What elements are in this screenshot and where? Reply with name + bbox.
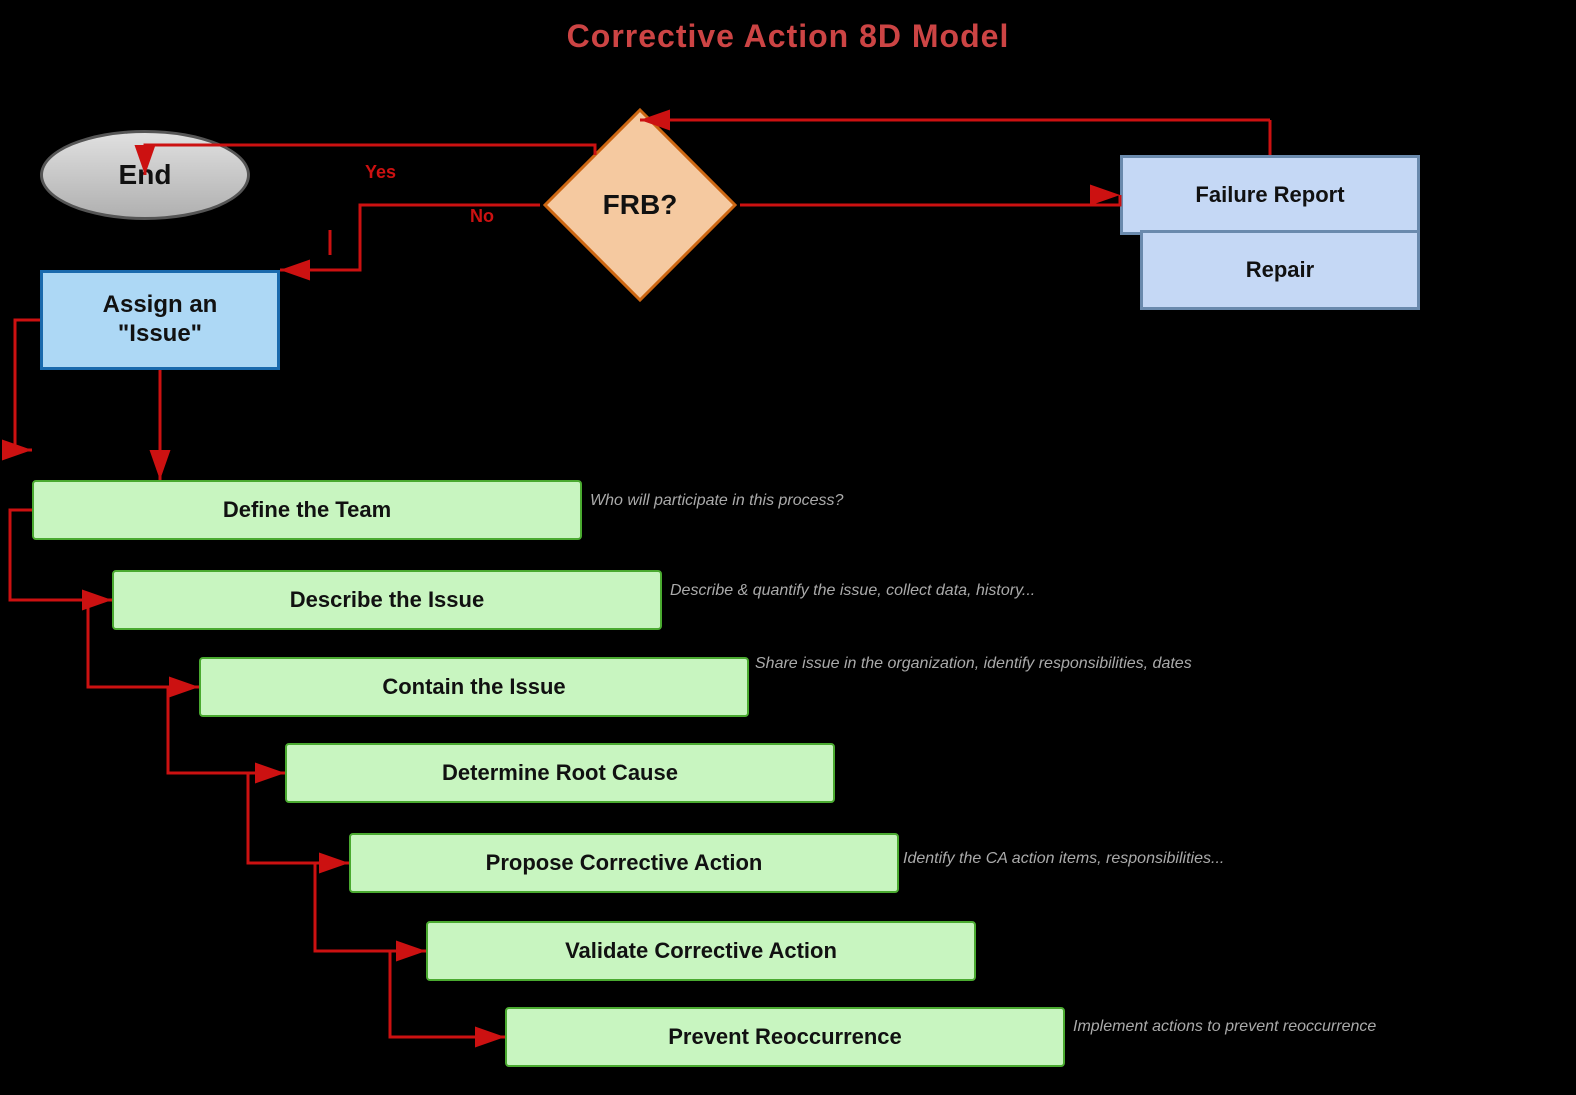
step5-label: Propose Corrective Action <box>486 850 763 876</box>
end-label: End <box>119 159 172 191</box>
side-text-1: Who will participate in this process? <box>590 492 843 510</box>
repair-label: Repair <box>1246 257 1314 283</box>
assign-label: Assign an"Issue" <box>103 291 218 349</box>
side-text-3: Share issue in the organization, identif… <box>755 655 1192 673</box>
step-prevent-reoccurrence: Prevent Reoccurrence <box>505 1007 1065 1067</box>
step7-label: Prevent Reoccurrence <box>668 1024 902 1050</box>
svg-text:No: No <box>470 206 494 226</box>
side-text-7: Implement actions to prevent reoccurrenc… <box>1073 1018 1376 1036</box>
step6-label: Validate Corrective Action <box>565 938 837 964</box>
side-text-2: Describe & quantify the issue, collect d… <box>670 582 1035 600</box>
frb-label: FRB? <box>540 105 740 305</box>
svg-text:Yes: Yes <box>365 162 396 182</box>
step-root-cause: Determine Root Cause <box>285 743 835 803</box>
diagram-container: Corrective Action 8D Model End FRB? Assi… <box>0 0 1576 1095</box>
step3-label: Contain the Issue <box>382 674 565 700</box>
step-contain-issue: Contain the Issue <box>199 657 749 717</box>
step1-label: Define the Team <box>223 497 391 523</box>
step-define-team: Define the Team <box>32 480 582 540</box>
assign-issue-box: Assign an"Issue" <box>40 270 280 370</box>
repair-box: Repair <box>1140 230 1420 310</box>
failure-report-box: Failure Report <box>1120 155 1420 235</box>
frb-diamond: FRB? <box>540 105 740 305</box>
diagram-title: Corrective Action 8D Model <box>0 18 1576 55</box>
failure-report-label: Failure Report <box>1195 182 1344 208</box>
step-propose-ca: Propose Corrective Action <box>349 833 899 893</box>
step4-label: Determine Root Cause <box>442 760 678 786</box>
step-validate-ca: Validate Corrective Action <box>426 921 976 981</box>
end-shape: End <box>40 130 250 220</box>
step-describe-issue: Describe the Issue <box>112 570 662 630</box>
step2-label: Describe the Issue <box>290 587 484 613</box>
side-text-5: Identify the CA action items, responsibi… <box>903 850 1224 868</box>
